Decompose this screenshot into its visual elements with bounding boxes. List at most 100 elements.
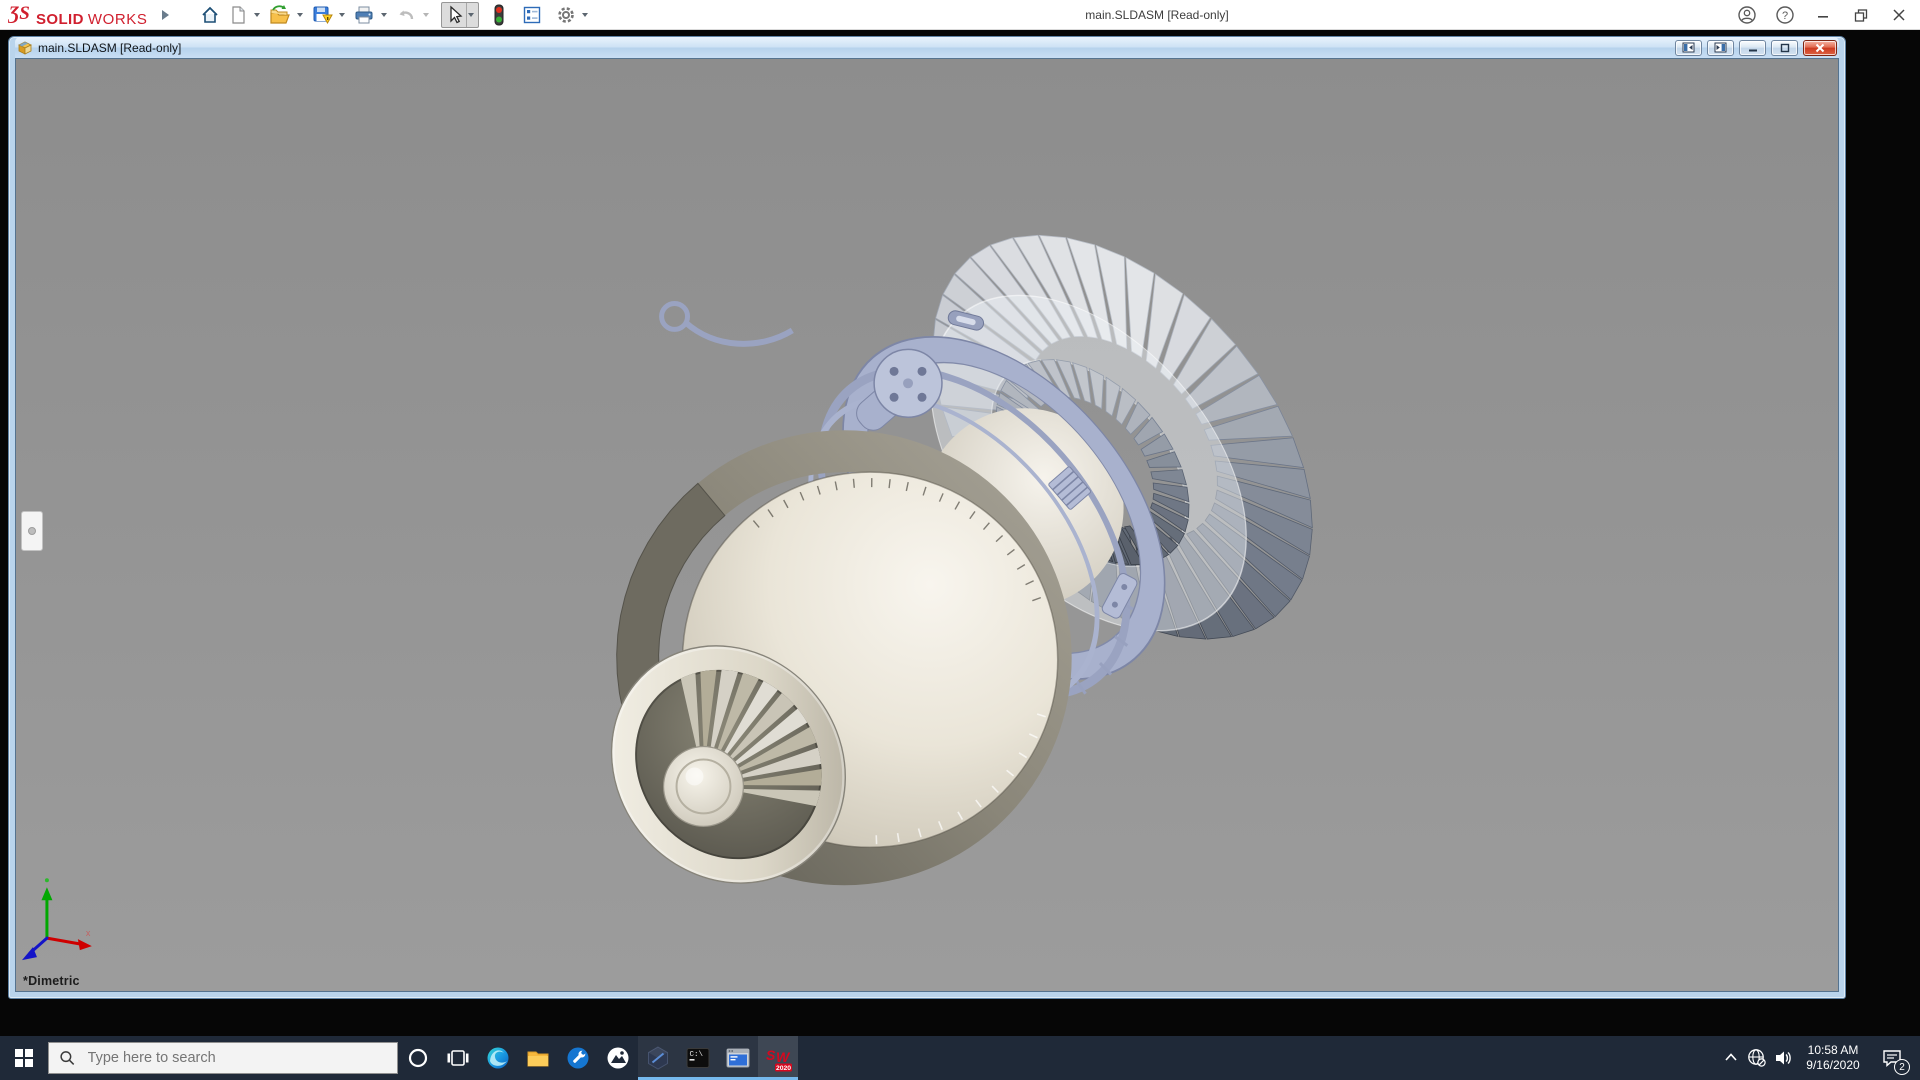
taskbar-search[interactable] <box>48 1042 398 1074</box>
taskbar-item-edge[interactable] <box>478 1036 518 1080</box>
engine-model: x <box>21 234 1313 961</box>
tray-network-button[interactable] <box>1744 1036 1770 1080</box>
new-document-dropdown[interactable] <box>253 12 260 17</box>
cursor-icon <box>449 5 462 23</box>
account-button[interactable] <box>1736 4 1758 26</box>
titlebar-controls: ? <box>1736 4 1910 26</box>
document-window-controls <box>1675 39 1837 56</box>
taskbar-item-solidworks[interactable]: S W 2020 <box>758 1036 798 1080</box>
svg-text:C:\: C:\ <box>690 1051 704 1059</box>
solidworks-mark-icon: ƷS <box>8 3 30 24</box>
restore-button[interactable] <box>1850 4 1872 26</box>
save-button[interactable] <box>309 2 336 28</box>
document-titlebar[interactable]: main.SLDASM [Read-only] <box>15 37 1839 58</box>
save-dropdown[interactable] <box>338 12 345 17</box>
new-document-button[interactable] <box>225 2 251 28</box>
svg-text:?: ? <box>1782 10 1788 22</box>
windows-start-icon <box>15 1049 33 1067</box>
gear-icon <box>557 6 574 23</box>
select-tool-dropdown[interactable] <box>465 2 478 27</box>
quick-access-toolbar <box>197 1 592 28</box>
taskbar-clock[interactable]: 10:58 AM 9/16/2020 <box>1796 1043 1870 1073</box>
document-window: main.SLDASM [Read-only] x *Dimetric <box>8 36 1846 999</box>
desktop: main.SLDASM [Read-only] x *Dimetric <box>0 31 1920 1036</box>
doc-close-icon <box>1815 43 1825 52</box>
pane-left-icon <box>1682 42 1695 53</box>
undo-dropdown[interactable] <box>422 12 429 17</box>
view-orientation-label: *Dimetric <box>23 974 80 988</box>
taskbar-item-cortana[interactable] <box>398 1036 438 1080</box>
open-dropdown[interactable] <box>296 12 303 17</box>
options-list-button[interactable] <box>519 2 545 28</box>
system-tray: 10:58 AM 9/16/2020 2 <box>1718 1036 1920 1080</box>
open-button[interactable] <box>266 2 294 28</box>
taskbar-item-window-app[interactable] <box>718 1036 758 1080</box>
svg-text:2020: 2020 <box>776 1065 791 1072</box>
doc-minimize-button[interactable] <box>1739 39 1766 56</box>
print-dropdown[interactable] <box>380 12 387 17</box>
svg-text:x: x <box>86 928 91 938</box>
screen: ƷS SOLID WORKS main.SLDASM [Read-only] ?… <box>0 0 1920 1080</box>
pane-left-button[interactable] <box>1675 39 1702 56</box>
window-app-icon <box>726 1048 750 1068</box>
wrench-circle-icon <box>567 1047 589 1069</box>
settings-button[interactable] <box>553 2 579 28</box>
solidworks-taskbar-icon: S W 2020 <box>766 1047 792 1072</box>
taskbar-item-hexagon-app[interactable] <box>638 1036 678 1080</box>
taskbar-item-support-tool[interactable] <box>558 1036 598 1080</box>
svg-text:ƷS: ƷS <box>8 3 30 24</box>
pane-right-button[interactable] <box>1707 39 1734 56</box>
file-explorer-icon <box>527 1051 549 1067</box>
rebuild-button[interactable] <box>489 2 509 28</box>
tray-chevron-button[interactable] <box>1718 1036 1744 1080</box>
doc-restore-icon <box>1780 43 1789 52</box>
command-prompt-icon: C:\ <box>686 1048 710 1068</box>
search-icon <box>60 1051 75 1065</box>
print-button[interactable] <box>351 2 378 28</box>
open-folder-icon <box>269 4 290 24</box>
featuremanager-collapse-tab[interactable] <box>21 511 43 551</box>
taskbar-item-command-prompt[interactable]: C:\ <box>678 1036 718 1080</box>
hose <box>683 320 794 347</box>
document-title: main.SLDASM [Read-only] <box>38 40 182 55</box>
select-tool-group <box>440 1 479 28</box>
action-center-button[interactable]: 2 <box>1870 1036 1914 1080</box>
select-tool-button[interactable] <box>442 3 466 27</box>
taskbar-item-file-explorer[interactable] <box>518 1036 558 1080</box>
undo-icon <box>399 10 413 19</box>
search-input[interactable] <box>85 1049 387 1067</box>
pane-right-icon <box>1714 42 1727 53</box>
task-view-icon <box>447 1050 469 1066</box>
options-list-icon <box>523 6 540 23</box>
doc-minimize-icon <box>1748 49 1757 51</box>
doc-close-button[interactable] <box>1803 39 1837 56</box>
start-button[interactable] <box>0 1036 48 1080</box>
photos-icon <box>607 1047 629 1069</box>
help-button[interactable]: ? <box>1774 4 1796 26</box>
restore-icon <box>1854 8 1868 22</box>
solidworks-logo: ƷS SOLID WORKS <box>8 2 148 28</box>
undo-button[interactable] <box>393 2 420 28</box>
new-document-icon <box>231 5 245 24</box>
clock-time: 10:58 AM <box>1807 1043 1859 1057</box>
svg-text:W: W <box>776 1049 791 1065</box>
taskbar-item-photos[interactable] <box>598 1036 638 1080</box>
taskbar-item-task-view[interactable] <box>438 1036 478 1080</box>
print-icon <box>355 6 373 23</box>
doc-restore-button[interactable] <box>1771 39 1798 56</box>
tab-grip-icon <box>28 527 36 535</box>
close-app-button[interactable] <box>1888 4 1910 26</box>
settings-dropdown[interactable] <box>581 12 588 17</box>
graphics-viewport[interactable]: x *Dimetric <box>15 58 1839 992</box>
svg-text:S: S <box>766 1047 776 1063</box>
brand-expand-arrow-icon[interactable] <box>161 9 169 20</box>
account-icon <box>1738 5 1756 24</box>
tray-volume-button[interactable] <box>1770 1036 1796 1080</box>
cortana-icon <box>408 1048 428 1068</box>
home-button[interactable] <box>197 2 223 28</box>
minimize-button[interactable] <box>1812 4 1834 26</box>
globe-no-internet-icon <box>1748 1049 1766 1067</box>
notification-badge: 2 <box>1894 1059 1910 1075</box>
app-titlebar: ƷS SOLID WORKS main.SLDASM [Read-only] ? <box>0 0 1920 30</box>
brand-light: WORKS <box>87 10 148 28</box>
